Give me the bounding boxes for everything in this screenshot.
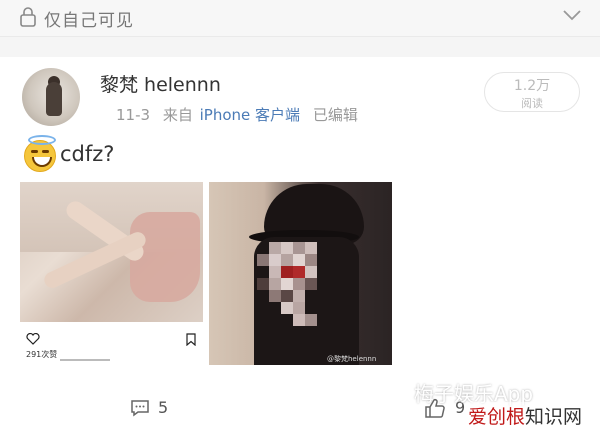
- read-label: 阅读: [521, 97, 543, 110]
- edited-label[interactable]: 已编辑: [313, 106, 358, 124]
- read-count: 1.2万: [513, 78, 551, 94]
- comment-count[interactable]: 5: [158, 398, 168, 417]
- username[interactable]: 黎梵 helennn: [100, 70, 221, 97]
- watermark-red-text: 爱创根: [468, 406, 526, 428]
- source-prefix: 来自: [162, 106, 193, 124]
- device-link[interactable]: iPhone 客户端: [200, 106, 300, 124]
- smile-halo-emoji-icon: [24, 135, 56, 172]
- heart-icon: [26, 333, 40, 345]
- post-image-2[interactable]: @黎梵helennn: [209, 182, 392, 365]
- bookmark-icon: [186, 333, 196, 346]
- chevron-down-icon[interactable]: [562, 8, 582, 22]
- visibility-label: 仅自己可见: [44, 11, 134, 31]
- watermark-dark-text: 知识网: [525, 406, 583, 428]
- visibility-bar[interactable]: 仅自己可见: [0, 0, 600, 37]
- section-gap: [0, 37, 600, 57]
- post-text: cdfz?: [60, 142, 115, 166]
- post-image-1[interactable]: 291次赞: [20, 182, 203, 365]
- read-count-badge: 1.2万 阅读: [484, 72, 580, 112]
- image-watermark: @黎梵helennn: [327, 355, 377, 363]
- image-likes-text: 291次赞: [26, 350, 58, 359]
- corner-watermark-bottom: 爱创根知识网: [468, 402, 583, 429]
- avatar[interactable]: [22, 68, 80, 126]
- comment-icon[interactable]: [130, 398, 150, 418]
- post-date: 11-3: [116, 106, 151, 124]
- lock-icon: [20, 7, 36, 27]
- post-meta: 11-3 来自 iPhone 客户端 已编辑: [116, 104, 358, 125]
